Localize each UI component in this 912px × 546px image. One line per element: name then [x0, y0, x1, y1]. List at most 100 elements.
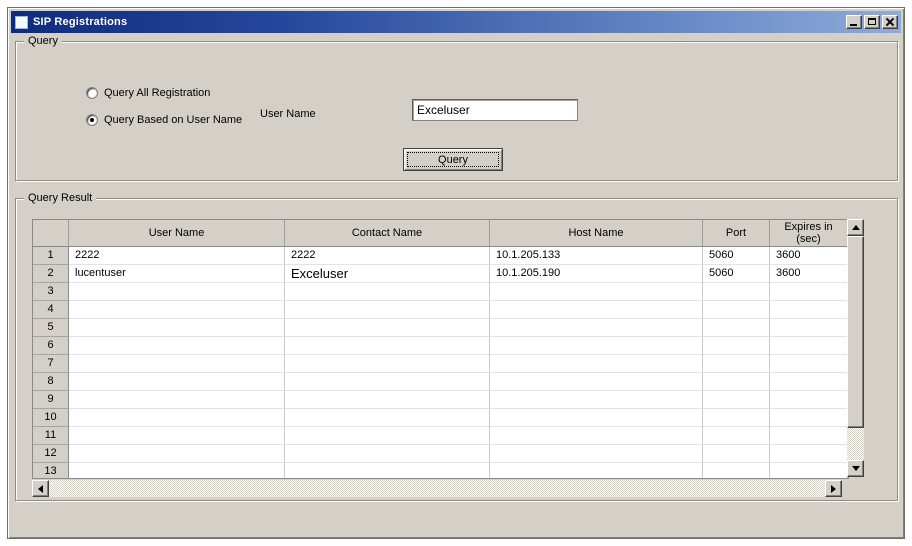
table-row[interactable]: 7	[33, 355, 848, 373]
query-button[interactable]: Query	[403, 148, 503, 171]
table-cell[interactable]	[285, 283, 490, 301]
table-cell[interactable]: 5060	[703, 247, 770, 265]
table-row[interactable]: 6	[33, 337, 848, 355]
row-number-cell[interactable]: 5	[33, 319, 69, 337]
scroll-left-button[interactable]	[32, 480, 49, 497]
table-cell[interactable]	[69, 355, 285, 373]
row-number-cell[interactable]: 1	[33, 247, 69, 265]
table-cell[interactable]	[285, 391, 490, 409]
column-header[interactable]: Host Name	[490, 220, 703, 247]
table-cell[interactable]	[285, 301, 490, 319]
table-cell[interactable]	[69, 283, 285, 301]
table-cell[interactable]	[490, 409, 703, 427]
table-row[interactable]: 12	[33, 445, 848, 463]
table-row[interactable]: 10	[33, 409, 848, 427]
radio-query-all-label[interactable]: Query All Registration	[104, 87, 210, 99]
column-header[interactable]: Port	[703, 220, 770, 247]
table-cell[interactable]	[703, 445, 770, 463]
table-cell[interactable]	[770, 319, 848, 337]
column-header[interactable]: User Name	[69, 220, 285, 247]
table-cell[interactable]	[490, 301, 703, 319]
table-cell[interactable]	[69, 337, 285, 355]
row-number-cell[interactable]: 9	[33, 391, 69, 409]
table-cell[interactable]	[703, 283, 770, 301]
table-cell[interactable]	[285, 445, 490, 463]
table-cell[interactable]	[285, 373, 490, 391]
table-row[interactable]: 12222222210.1.205.13350603600	[33, 247, 848, 265]
table-cell[interactable]	[770, 283, 848, 301]
table-cell[interactable]	[490, 373, 703, 391]
radio-query-all[interactable]: Query All Registration	[86, 86, 210, 99]
table-cell[interactable]	[285, 355, 490, 373]
table-row[interactable]: 13	[33, 463, 848, 478]
table-cell[interactable]	[490, 283, 703, 301]
table-cell[interactable]: 3600	[770, 265, 848, 283]
table-cell[interactable]	[285, 463, 490, 478]
table-cell[interactable]	[69, 301, 285, 319]
table-cell[interactable]	[703, 391, 770, 409]
table-cell[interactable]	[285, 427, 490, 445]
row-number-cell[interactable]: 3	[33, 283, 69, 301]
table-cell[interactable]	[69, 409, 285, 427]
table-cell[interactable]	[703, 319, 770, 337]
table-cell[interactable]	[770, 391, 848, 409]
table-row[interactable]: 11	[33, 427, 848, 445]
user-name-input[interactable]	[412, 99, 578, 121]
table-cell[interactable]: Exceluser	[285, 265, 490, 283]
table-cell[interactable]	[69, 319, 285, 337]
table-cell[interactable]	[703, 463, 770, 478]
vertical-scrollbar[interactable]	[847, 219, 864, 477]
vertical-scrollbar-thumb[interactable]	[847, 236, 864, 428]
radio-query-user[interactable]: Query Based on User Name	[86, 113, 242, 126]
table-cell[interactable]	[703, 337, 770, 355]
table-cell[interactable]	[703, 301, 770, 319]
table-cell[interactable]: 5060	[703, 265, 770, 283]
row-number-cell[interactable]: 13	[33, 463, 69, 478]
table-cell[interactable]	[490, 337, 703, 355]
horizontal-scrollbar[interactable]	[32, 480, 842, 497]
maximize-button[interactable]	[864, 15, 880, 29]
table-cell[interactable]: 10.1.205.133	[490, 247, 703, 265]
radio-query-all-circle[interactable]	[86, 87, 98, 99]
title-bar[interactable]: SIP Registrations	[11, 11, 901, 33]
row-number-cell[interactable]: 4	[33, 301, 69, 319]
table-cell[interactable]	[490, 427, 703, 445]
row-number-cell[interactable]: 8	[33, 373, 69, 391]
table-cell[interactable]	[703, 409, 770, 427]
table-cell[interactable]	[490, 391, 703, 409]
radio-query-user-circle[interactable]	[86, 114, 98, 126]
row-number-cell[interactable]: 12	[33, 445, 69, 463]
minimize-button[interactable]	[846, 15, 862, 29]
table-cell[interactable]	[69, 445, 285, 463]
scroll-right-button[interactable]	[825, 480, 842, 497]
table-row[interactable]: 3	[33, 283, 848, 301]
table-cell[interactable]	[69, 427, 285, 445]
table-cell[interactable]	[770, 337, 848, 355]
table-cell[interactable]: 3600	[770, 247, 848, 265]
table-cell[interactable]	[490, 355, 703, 373]
table-cell[interactable]	[490, 319, 703, 337]
row-number-cell[interactable]: 2	[33, 265, 69, 283]
column-header[interactable]: Expires in (sec)	[770, 220, 848, 247]
table-row[interactable]: 2lucentuserExceluser10.1.205.19050603600	[33, 265, 848, 283]
table-cell[interactable]	[703, 427, 770, 445]
table-cell[interactable]	[490, 445, 703, 463]
close-button[interactable]	[882, 15, 898, 29]
table-row[interactable]: 4	[33, 301, 848, 319]
radio-query-user-label[interactable]: Query Based on User Name	[104, 114, 242, 126]
table-cell[interactable]	[770, 427, 848, 445]
table-cell[interactable]: 2222	[285, 247, 490, 265]
table-cell[interactable]	[703, 373, 770, 391]
table-cell[interactable]: lucentuser	[69, 265, 285, 283]
column-header[interactable]: Contact Name	[285, 220, 490, 247]
scroll-down-button[interactable]	[847, 460, 864, 477]
table-row[interactable]: 5	[33, 319, 848, 337]
row-number-cell[interactable]: 11	[33, 427, 69, 445]
table-cell[interactable]	[285, 319, 490, 337]
scroll-up-button[interactable]	[847, 219, 864, 236]
table-cell[interactable]: 10.1.205.190	[490, 265, 703, 283]
table-cell[interactable]	[770, 355, 848, 373]
table-cell[interactable]	[69, 391, 285, 409]
table-cell[interactable]: 2222	[69, 247, 285, 265]
table-cell[interactable]	[770, 301, 848, 319]
